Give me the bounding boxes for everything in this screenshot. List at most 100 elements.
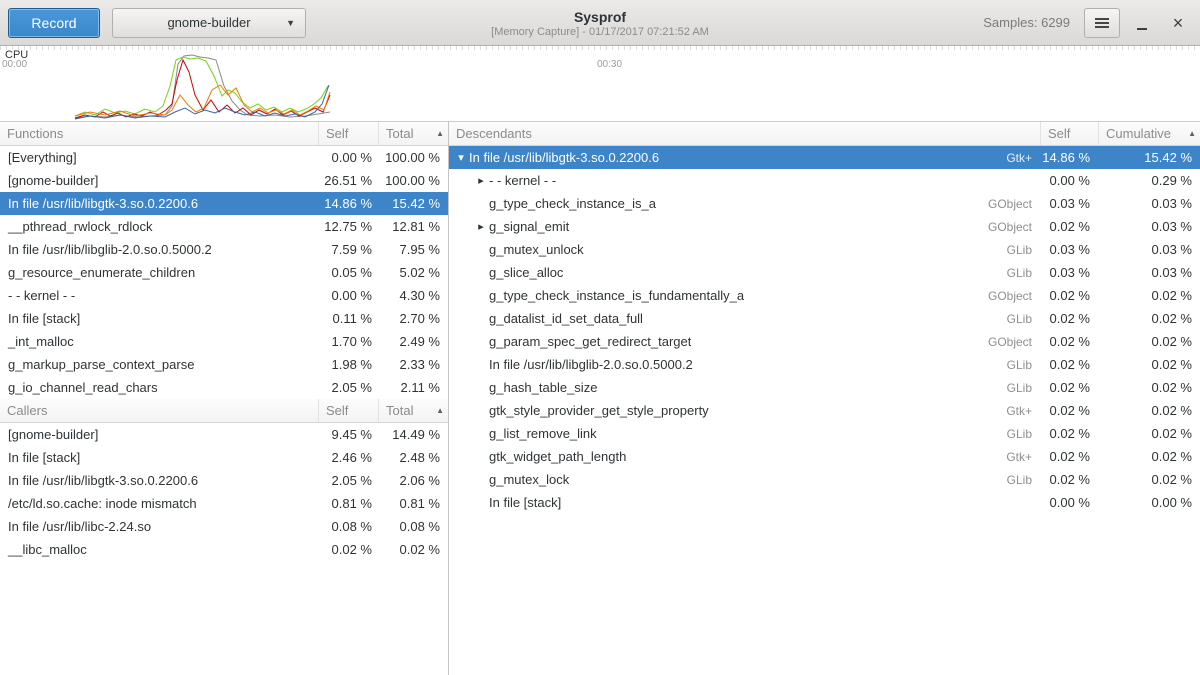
table-row[interactable]: In file /usr/lib/libgtk-3.so.0.2200.62.0…	[0, 469, 448, 492]
self-value: 0.02 %	[1040, 219, 1098, 234]
cpu-blue-line	[75, 85, 329, 119]
tree-row[interactable]: g_slice_allocGLib0.03 %0.03 %	[449, 261, 1200, 284]
tree-row[interactable]: g_hash_table_sizeGLib0.02 %0.02 %	[449, 376, 1200, 399]
self-column-header[interactable]: Self	[1040, 122, 1098, 145]
self-value: 0.03 %	[1040, 196, 1098, 211]
total-column-label: Total	[386, 403, 413, 418]
cumulative-value: 0.02 %	[1098, 288, 1200, 303]
self-value: 0.02 %	[318, 542, 378, 557]
headerbar-right: Samples: 6299 ×	[983, 8, 1192, 38]
descendants-column-header[interactable]: Descendants	[449, 122, 1040, 145]
expander-icon[interactable]: ▾	[453, 151, 469, 164]
library-category: Gtk+	[1006, 450, 1040, 464]
total-value: 4.30 %	[378, 288, 448, 303]
self-value: 0.03 %	[1040, 242, 1098, 257]
table-row[interactable]: g_markup_parse_context_parse1.98 %2.33 %	[0, 353, 448, 376]
total-value: 0.81 %	[378, 496, 448, 511]
cumulative-value: 0.02 %	[1098, 334, 1200, 349]
function-name: g_slice_alloc	[489, 265, 563, 280]
table-row[interactable]: In file /usr/lib/libc-2.24.so0.08 %0.08 …	[0, 515, 448, 538]
cumulative-column-header[interactable]: Cumulative ▲	[1098, 122, 1200, 145]
sysprof-window: Record gnome-builder ▼ Sysprof [Memory C…	[0, 0, 1200, 675]
table-row[interactable]: /etc/ld.so.cache: inode mismatch0.81 %0.…	[0, 492, 448, 515]
tree-row[interactable]: g_mutex_unlockGLib0.03 %0.03 %	[449, 238, 1200, 261]
menu-button[interactable]	[1084, 8, 1120, 38]
function-name: _int_malloc	[0, 334, 318, 349]
self-value: 12.75 %	[318, 219, 378, 234]
self-column-header[interactable]: Self	[318, 399, 378, 422]
table-row[interactable]: __pthread_rwlock_rdlock12.75 %12.81 %	[0, 215, 448, 238]
right-panel: Descendants Self Cumulative ▲ ▾In file /…	[449, 122, 1200, 675]
table-row[interactable]: g_io_channel_read_chars2.05 %2.11 %	[0, 376, 448, 399]
window-title: Sysprof	[574, 9, 626, 25]
cumulative-value: 0.03 %	[1098, 265, 1200, 280]
total-column-header[interactable]: Total ▲	[378, 399, 448, 422]
table-row[interactable]: In file /usr/lib/libglib-2.0.so.0.5000.2…	[0, 238, 448, 261]
self-value: 2.05 %	[318, 473, 378, 488]
self-value: 0.11 %	[318, 311, 378, 326]
library-category: GObject	[988, 335, 1040, 349]
tree-row[interactable]: ▾In file /usr/lib/libgtk-3.so.0.2200.6Gt…	[449, 146, 1200, 169]
total-value: 15.42 %	[378, 196, 448, 211]
table-row[interactable]: [Everything]0.00 %100.00 %	[0, 146, 448, 169]
table-row[interactable]: In file [stack]2.46 %2.48 %	[0, 446, 448, 469]
cumulative-value: 0.29 %	[1098, 173, 1200, 188]
table-row[interactable]: __libc_malloc0.02 %0.02 %	[0, 538, 448, 561]
table-row[interactable]: In file [stack]0.11 %2.70 %	[0, 307, 448, 330]
tree-row[interactable]: gtk_style_provider_get_style_propertyGtk…	[449, 399, 1200, 422]
process-selector-label: gnome-builder	[167, 15, 250, 30]
total-value: 100.00 %	[378, 173, 448, 188]
cumulative-value: 0.02 %	[1098, 357, 1200, 372]
table-row[interactable]: [gnome-builder]26.51 %100.00 %	[0, 169, 448, 192]
self-value: 2.46 %	[318, 450, 378, 465]
cpu-graph-area[interactable]: CPU 00:00 00:30	[0, 46, 1200, 122]
expander-icon[interactable]: ▸	[473, 174, 489, 187]
tree-row[interactable]: gtk_widget_path_lengthGtk+0.02 %0.02 %	[449, 445, 1200, 468]
table-row[interactable]: [gnome-builder]9.45 %14.49 %	[0, 423, 448, 446]
expander-icon[interactable]: ▸	[473, 220, 489, 233]
table-row[interactable]: In file /usr/lib/libgtk-3.so.0.2200.614.…	[0, 192, 448, 215]
library-category: GLib	[1007, 473, 1040, 487]
callers-column-header[interactable]: Callers	[0, 399, 318, 422]
library-category: GLib	[1007, 266, 1040, 280]
functions-column-header[interactable]: Functions	[0, 122, 318, 145]
cumulative-value: 0.02 %	[1098, 426, 1200, 441]
tree-row[interactable]: g_type_check_instance_is_aGObject0.03 %0…	[449, 192, 1200, 215]
self-value: 2.05 %	[318, 380, 378, 395]
process-selector-dropdown[interactable]: gnome-builder ▼	[112, 8, 306, 38]
sort-indicator-icon: ▲	[1188, 129, 1196, 138]
library-category: GObject	[988, 220, 1040, 234]
tree-row[interactable]: g_type_check_instance_is_fundamentally_a…	[449, 284, 1200, 307]
tree-row[interactable]: g_datalist_id_set_data_fullGLib0.02 %0.0…	[449, 307, 1200, 330]
samples-count: Samples: 6299	[983, 15, 1070, 30]
total-value: 2.06 %	[378, 473, 448, 488]
functions-table-header: Functions Self Total ▲	[0, 122, 448, 146]
total-column-header[interactable]: Total ▲	[378, 122, 448, 145]
record-button[interactable]: Record	[8, 8, 100, 38]
tree-row[interactable]: ▸g_signal_emitGObject0.02 %0.03 %	[449, 215, 1200, 238]
self-value: 0.05 %	[318, 265, 378, 280]
minimize-button[interactable]	[1128, 9, 1156, 37]
tree-row[interactable]: g_list_remove_linkGLib0.02 %0.02 %	[449, 422, 1200, 445]
cumulative-value: 0.03 %	[1098, 219, 1200, 234]
table-row[interactable]: g_resource_enumerate_children0.05 %5.02 …	[0, 261, 448, 284]
function-name: /etc/ld.so.cache: inode mismatch	[0, 496, 318, 511]
tree-row[interactable]: ▸- - kernel - -0.00 %0.29 %	[449, 169, 1200, 192]
self-value: 9.45 %	[318, 427, 378, 442]
self-column-header[interactable]: Self	[318, 122, 378, 145]
table-row[interactable]: _int_malloc1.70 %2.49 %	[0, 330, 448, 353]
tree-row[interactable]: In file [stack]0.00 %0.00 %	[449, 491, 1200, 514]
close-button[interactable]: ×	[1164, 9, 1192, 37]
tree-row[interactable]: g_param_spec_get_redirect_targetGObject0…	[449, 330, 1200, 353]
function-name: [gnome-builder]	[0, 173, 318, 188]
total-value: 2.49 %	[378, 334, 448, 349]
tree-row[interactable]: g_mutex_lockGLib0.02 %0.02 %	[449, 468, 1200, 491]
total-value: 2.11 %	[378, 380, 448, 395]
cumulative-value: 0.02 %	[1098, 380, 1200, 395]
function-name: In file /usr/lib/libc-2.24.so	[0, 519, 318, 534]
tree-row[interactable]: In file /usr/lib/libglib-2.0.so.0.5000.2…	[449, 353, 1200, 376]
self-value: 0.00 %	[318, 288, 378, 303]
table-row[interactable]: - - kernel - -0.00 %4.30 %	[0, 284, 448, 307]
self-value: 1.98 %	[318, 357, 378, 372]
cumulative-value: 15.42 %	[1098, 150, 1200, 165]
